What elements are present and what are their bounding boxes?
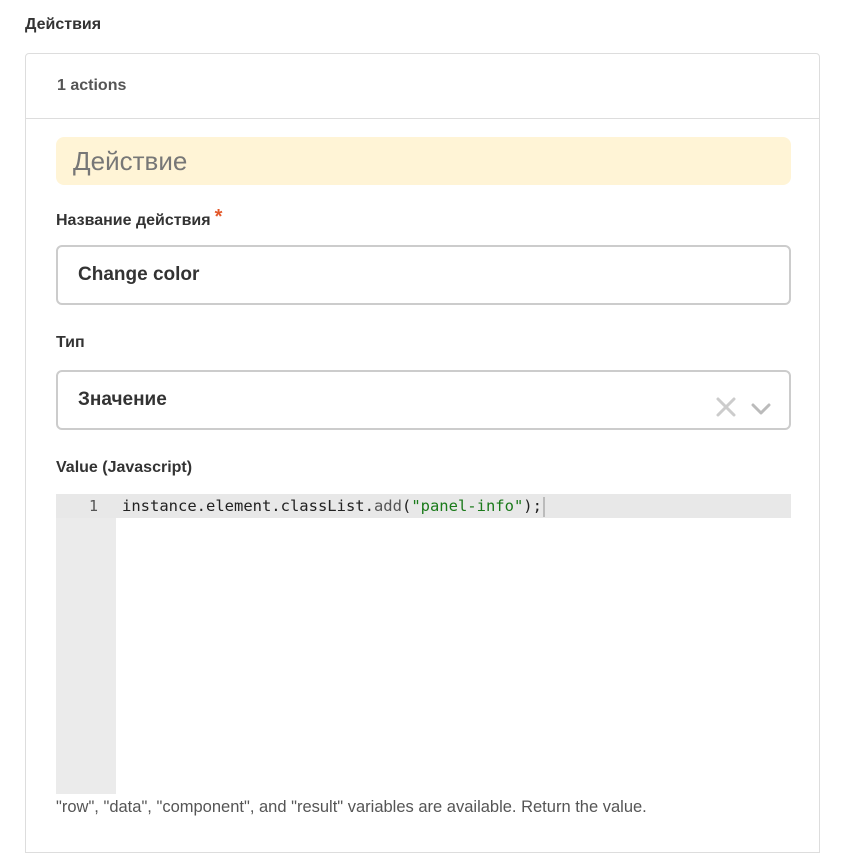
close-icon[interactable] xyxy=(713,387,739,417)
type-selected-value: Значение xyxy=(78,389,167,410)
value-js-label: Value (Javascript) xyxy=(56,459,193,476)
type-select[interactable]: Значение xyxy=(56,370,791,430)
editor-gutter xyxy=(56,494,116,794)
action-name-label: Название действия * xyxy=(56,206,223,231)
action-banner: Действие xyxy=(56,137,791,185)
section-title: Действия xyxy=(25,16,102,33)
code-line[interactable]: instance.element.classList.add("panel-in… xyxy=(122,494,545,518)
type-label: Тип xyxy=(56,334,85,351)
required-star-icon: * xyxy=(214,206,223,228)
action-name-input[interactable]: Change color xyxy=(56,245,791,305)
text-cursor xyxy=(542,496,545,517)
code-open-paren: ( xyxy=(401,497,412,515)
code-close: ); xyxy=(523,497,542,515)
code-method: add xyxy=(373,497,402,515)
panel-header[interactable]: 1 actions xyxy=(26,54,819,119)
chevron-down-icon[interactable] xyxy=(749,388,773,415)
line-number: 1 xyxy=(88,497,98,515)
code-editor[interactable]: 1 instance.element.classList.add("panel-… xyxy=(56,494,791,794)
action-name-label-text: Название действия xyxy=(56,212,211,229)
code-prefix: instance.element.classList. xyxy=(122,497,374,515)
help-text: "row", "data", "component", and "result"… xyxy=(56,798,647,816)
code-string: "panel-info" xyxy=(411,497,524,515)
actions-panel: 1 actions Действие Название действия * Ch… xyxy=(25,53,820,853)
